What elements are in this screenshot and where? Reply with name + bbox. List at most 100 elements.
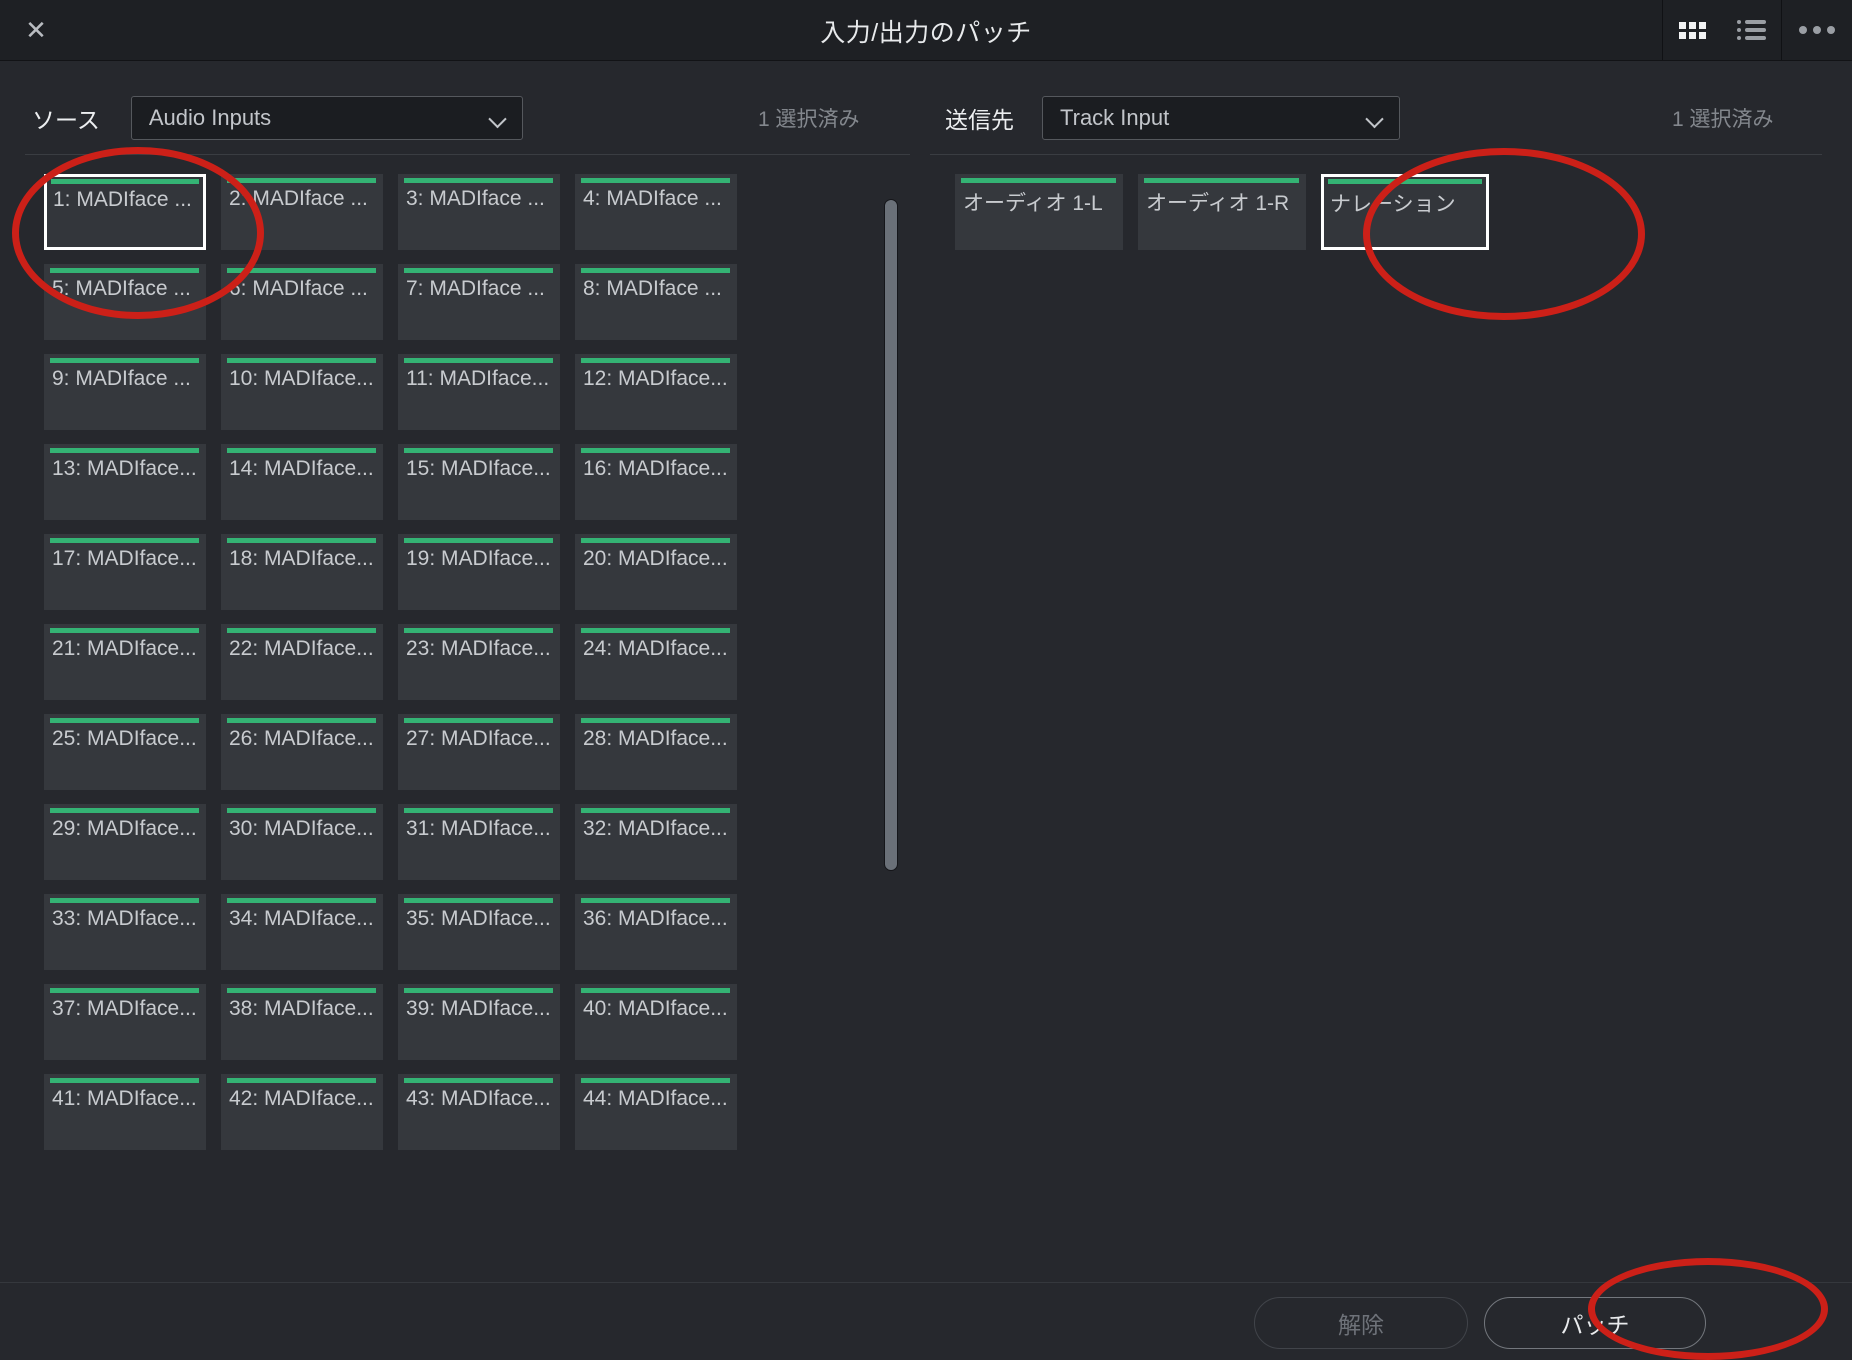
card-status-bar bbox=[51, 179, 199, 184]
source-card-44[interactable]: 44: MADIface... bbox=[575, 1074, 737, 1150]
card-status-bar bbox=[50, 358, 199, 363]
source-card-7[interactable]: 7: MADIface ... bbox=[398, 264, 560, 340]
source-card-41[interactable]: 41: MADIface... bbox=[44, 1074, 206, 1150]
source-card-4[interactable]: 4: MADIface ... bbox=[575, 174, 737, 250]
card-label: 35: MADIface... bbox=[406, 907, 556, 931]
source-card-28[interactable]: 28: MADIface... bbox=[575, 714, 737, 790]
source-card-13[interactable]: 13: MADIface... bbox=[44, 444, 206, 520]
source-card-27[interactable]: 27: MADIface... bbox=[398, 714, 560, 790]
card-status-bar bbox=[50, 988, 199, 993]
view-toggle-group bbox=[1662, 0, 1782, 60]
source-card-20[interactable]: 20: MADIface... bbox=[575, 534, 737, 610]
card-status-bar bbox=[404, 988, 553, 993]
source-selected-count: 1 選択済み bbox=[758, 93, 860, 143]
card-status-bar bbox=[581, 988, 730, 993]
source-card-3[interactable]: 3: MADIface ... bbox=[398, 174, 560, 250]
list-view-icon[interactable] bbox=[1732, 10, 1772, 50]
destination-dropdown[interactable]: Track Input bbox=[1042, 96, 1400, 140]
card-status-bar bbox=[227, 988, 376, 993]
source-card-11[interactable]: 11: MADIface... bbox=[398, 354, 560, 430]
card-status-bar bbox=[404, 538, 553, 543]
source-card-19[interactable]: 19: MADIface... bbox=[398, 534, 560, 610]
patch-input-output-dialog: ✕ 入力/出力のパッチ ソース bbox=[0, 0, 1852, 1360]
destination-label: 送信先 bbox=[945, 101, 1014, 135]
dialog-footer: 解除 パッチ bbox=[0, 1282, 1852, 1360]
source-card-5[interactable]: 5: MADIface ... bbox=[44, 264, 206, 340]
source-scrollbar-track[interactable] bbox=[884, 174, 900, 1219]
source-card-1[interactable]: 1: MADIface ... bbox=[44, 174, 206, 250]
source-card-38[interactable]: 38: MADIface... bbox=[221, 984, 383, 1060]
source-card-16[interactable]: 16: MADIface... bbox=[575, 444, 737, 520]
card-label: 42: MADIface... bbox=[229, 1087, 379, 1111]
ellipsis-icon-glyph bbox=[1799, 26, 1835, 34]
source-card-40[interactable]: 40: MADIface... bbox=[575, 984, 737, 1060]
card-label: 33: MADIface... bbox=[52, 907, 202, 931]
card-status-bar bbox=[581, 1078, 730, 1083]
card-label: 26: MADIface... bbox=[229, 727, 379, 751]
source-card-34[interactable]: 34: MADIface... bbox=[221, 894, 383, 970]
source-card-37[interactable]: 37: MADIface... bbox=[44, 984, 206, 1060]
card-status-bar bbox=[50, 1078, 199, 1083]
source-card-33[interactable]: 33: MADIface... bbox=[44, 894, 206, 970]
destination-card-scroll-area[interactable]: オーディオ 1-Lオーディオ 1-Rナレーション bbox=[955, 174, 1815, 1219]
source-card-15[interactable]: 15: MADIface... bbox=[398, 444, 560, 520]
source-card-21[interactable]: 21: MADIface... bbox=[44, 624, 206, 700]
source-card-8[interactable]: 8: MADIface ... bbox=[575, 264, 737, 340]
source-card-10[interactable]: 10: MADIface... bbox=[221, 354, 383, 430]
more-options-group bbox=[1782, 0, 1852, 60]
card-status-bar bbox=[227, 448, 376, 453]
source-card-29[interactable]: 29: MADIface... bbox=[44, 804, 206, 880]
source-dropdown[interactable]: Audio Inputs bbox=[131, 96, 523, 140]
source-card-26[interactable]: 26: MADIface... bbox=[221, 714, 383, 790]
source-card-18[interactable]: 18: MADIface... bbox=[221, 534, 383, 610]
card-status-bar bbox=[50, 448, 199, 453]
source-scrollbar-thumb[interactable] bbox=[884, 199, 898, 871]
source-card-31[interactable]: 31: MADIface... bbox=[398, 804, 560, 880]
card-status-bar bbox=[581, 448, 730, 453]
card-status-bar bbox=[404, 808, 553, 813]
source-card-25[interactable]: 25: MADIface... bbox=[44, 714, 206, 790]
card-status-bar bbox=[227, 808, 376, 813]
source-card-43[interactable]: 43: MADIface... bbox=[398, 1074, 560, 1150]
close-icon[interactable]: ✕ bbox=[14, 8, 58, 52]
card-label: 23: MADIface... bbox=[406, 637, 556, 661]
source-card-22[interactable]: 22: MADIface... bbox=[221, 624, 383, 700]
source-card-23[interactable]: 23: MADIface... bbox=[398, 624, 560, 700]
source-pane-header: ソース Audio Inputs bbox=[32, 93, 523, 143]
source-card-14[interactable]: 14: MADIface... bbox=[221, 444, 383, 520]
card-label: 44: MADIface... bbox=[583, 1087, 733, 1111]
card-label: 40: MADIface... bbox=[583, 997, 733, 1021]
source-card-30[interactable]: 30: MADIface... bbox=[221, 804, 383, 880]
source-card-grid: 1: MADIface ...2: MADIface ...3: MADIfac… bbox=[44, 174, 768, 1164]
grid-view-icon[interactable] bbox=[1673, 10, 1713, 50]
source-card-24[interactable]: 24: MADIface... bbox=[575, 624, 737, 700]
unpatch-button[interactable]: 解除 bbox=[1254, 1297, 1468, 1349]
destination-card-2[interactable]: オーディオ 1-R bbox=[1138, 174, 1306, 250]
source-card-39[interactable]: 39: MADIface... bbox=[398, 984, 560, 1060]
source-card-9[interactable]: 9: MADIface ... bbox=[44, 354, 206, 430]
source-card-2[interactable]: 2: MADIface ... bbox=[221, 174, 383, 250]
source-card-scroll-area[interactable]: 1: MADIface ...2: MADIface ...3: MADIfac… bbox=[44, 174, 864, 1219]
destination-card-3[interactable]: ナレーション bbox=[1321, 174, 1489, 250]
card-status-bar bbox=[404, 628, 553, 633]
source-card-6[interactable]: 6: MADIface ... bbox=[221, 264, 383, 340]
destination-card-1[interactable]: オーディオ 1-L bbox=[955, 174, 1123, 250]
card-label: 24: MADIface... bbox=[583, 637, 733, 661]
card-status-bar bbox=[50, 898, 199, 903]
source-card-42[interactable]: 42: MADIface... bbox=[221, 1074, 383, 1150]
card-label: 7: MADIface ... bbox=[406, 277, 556, 301]
page-title: 入力/出力のパッチ bbox=[0, 0, 1852, 61]
patch-button[interactable]: パッチ bbox=[1484, 1297, 1706, 1349]
source-card-17[interactable]: 17: MADIface... bbox=[44, 534, 206, 610]
source-card-12[interactable]: 12: MADIface... bbox=[575, 354, 737, 430]
card-label: 16: MADIface... bbox=[583, 457, 733, 481]
card-label: 28: MADIface... bbox=[583, 727, 733, 751]
chevron-down-icon bbox=[490, 113, 506, 122]
source-card-32[interactable]: 32: MADIface... bbox=[575, 804, 737, 880]
card-label: 39: MADIface... bbox=[406, 997, 556, 1021]
card-status-bar bbox=[581, 898, 730, 903]
more-options-icon[interactable] bbox=[1797, 10, 1837, 50]
source-card-36[interactable]: 36: MADIface... bbox=[575, 894, 737, 970]
card-status-bar bbox=[581, 808, 730, 813]
source-card-35[interactable]: 35: MADIface... bbox=[398, 894, 560, 970]
